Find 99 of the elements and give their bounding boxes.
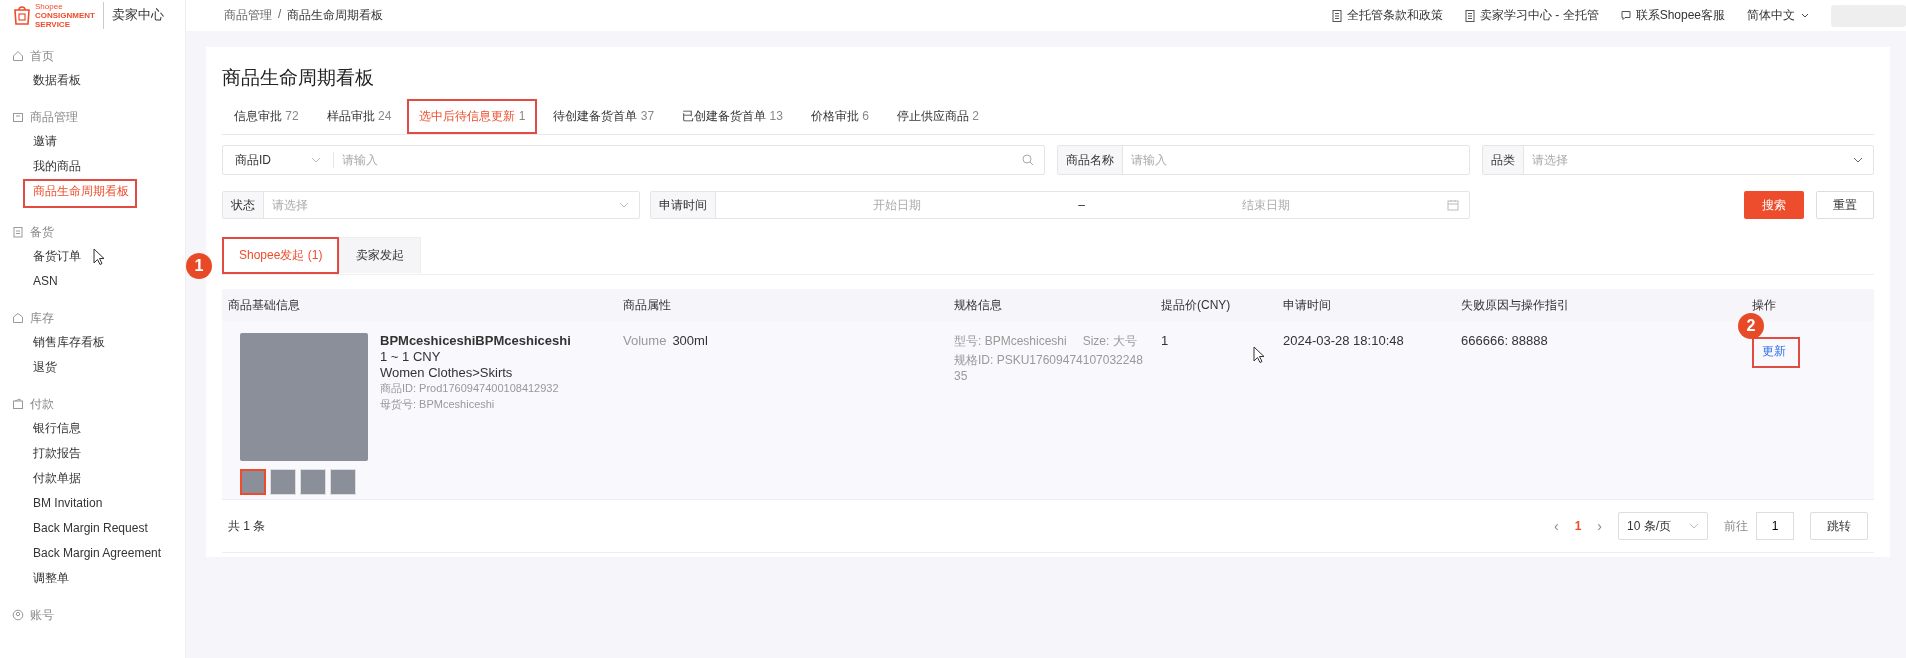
tab[interactable]: 停止供应商品 2 bbox=[884, 99, 991, 134]
box-icon bbox=[12, 111, 24, 123]
column-header: 申请时间 bbox=[1282, 296, 1331, 314]
sidebar-item[interactable]: 打款报告 bbox=[0, 441, 81, 466]
product-name-field[interactable]: 商品名称 请输入 bbox=[1057, 145, 1470, 175]
breadcrumb-current: 商品生命周期看板 bbox=[287, 7, 384, 24]
tab[interactable]: 信息审批 72 bbox=[222, 99, 311, 134]
sidebar-item[interactable]: 备货订单 bbox=[0, 244, 81, 269]
document-icon bbox=[1331, 9, 1342, 22]
product-id-search-field[interactable]: 商品ID 请输入 bbox=[222, 145, 1045, 175]
jump-button[interactable]: 跳转 bbox=[1810, 512, 1868, 540]
sidebar-item[interactable]: 数据看板 bbox=[0, 68, 81, 93]
header-link[interactable]: 卖家学习中心 - 全托管 bbox=[1479, 7, 1599, 24]
portal-title: 卖家中心 bbox=[112, 6, 164, 24]
sidebar-item[interactable]: 银行信息 bbox=[0, 416, 81, 441]
sidebar-group-label[interactable]: 首页 bbox=[30, 47, 54, 65]
category-select[interactable]: 品类 请选择 bbox=[1482, 145, 1874, 175]
table-cell: 666666: 88888 bbox=[1461, 333, 1548, 348]
reset-button[interactable]: 重置 bbox=[1816, 191, 1874, 219]
header-link[interactable]: 联系Shopee客服 bbox=[1635, 7, 1725, 24]
logo-text: SERVICE bbox=[35, 19, 71, 29]
column-header: 商品属性 bbox=[622, 296, 671, 314]
clipboard-icon bbox=[12, 226, 24, 238]
sidebar-item[interactable]: 我的商品 bbox=[0, 154, 81, 179]
tab[interactable]: 选中后待信息更新 1 bbox=[407, 99, 538, 134]
status-select[interactable]: 状态 请选择 bbox=[222, 191, 640, 219]
tab[interactable]: 样品审批 24 bbox=[314, 99, 404, 134]
house-icon bbox=[12, 312, 24, 324]
column-header: 操作 bbox=[1751, 296, 1776, 314]
logo-text: Shopee bbox=[35, 1, 63, 11]
sidebar-group-label[interactable]: 账号 bbox=[30, 606, 54, 624]
sidebar-item[interactable]: 付款单据 bbox=[0, 466, 81, 491]
chevron-down-icon bbox=[1689, 523, 1699, 529]
tab[interactable]: 已创建备货首单 13 bbox=[670, 99, 795, 134]
sidebar-item[interactable]: 邀请 bbox=[0, 129, 57, 154]
next-page-button[interactable]: › bbox=[1597, 518, 1602, 534]
total-count: 共 1 条 bbox=[228, 517, 266, 535]
chevron-down-icon bbox=[311, 157, 321, 163]
spec-model: 型号: BPMceshiceshi bbox=[954, 333, 1067, 350]
sidebar-group-label[interactable]: 库存 bbox=[30, 309, 54, 327]
mouse-cursor-icon bbox=[93, 248, 105, 266]
attribute-value: 300ml bbox=[672, 333, 708, 348]
sidebar-item[interactable]: 商品生命周期看板 bbox=[23, 179, 137, 208]
breadcrumb-link[interactable]: 商品管理 bbox=[224, 7, 272, 24]
column-header: 商品基础信息 bbox=[227, 296, 300, 314]
sidebar-group-label[interactable]: 付款 bbox=[30, 395, 54, 413]
page-number[interactable]: 1 bbox=[1574, 519, 1582, 533]
table-cell: 2024-03-28 18:10:48 bbox=[1283, 333, 1404, 348]
table-cell: 1 bbox=[1161, 333, 1169, 348]
document-icon bbox=[1464, 9, 1475, 22]
header-link[interactable]: 全托管条款和政策 bbox=[1346, 7, 1443, 24]
shopping-bag-icon bbox=[12, 4, 32, 26]
logo-text: CONSIGNMENT bbox=[35, 10, 95, 20]
sub-tab[interactable]: Shopee发起 (1) bbox=[222, 237, 340, 274]
sidebar-item[interactable]: Back Margin Agreement bbox=[0, 541, 162, 566]
price-range: 1 ~ 1 CNY bbox=[380, 349, 442, 364]
parent-sku: 母货号: BPMceshiceshi bbox=[380, 397, 496, 412]
language-dropdown[interactable]: 简体中文 bbox=[1747, 7, 1809, 24]
sidebar-item[interactable]: 退货 bbox=[0, 355, 57, 380]
chevron-down-icon bbox=[1853, 157, 1863, 163]
sidebar-group-label[interactable]: 备货 bbox=[30, 223, 54, 241]
sidebar-group-label[interactable]: 商品管理 bbox=[30, 108, 78, 126]
user-icon bbox=[12, 609, 24, 621]
breadcrumb-separator: / bbox=[278, 7, 282, 23]
sidebar-item[interactable]: 调整单 bbox=[0, 566, 69, 591]
wallet-icon bbox=[12, 398, 24, 410]
category-path: Women Clothes>Skirts bbox=[380, 365, 514, 380]
column-header: 提品价(CNY) bbox=[1160, 296, 1231, 314]
page-size-select[interactable]: 10 条/页 bbox=[1618, 512, 1708, 540]
product-name: BPMceshiceshiBPMceshiceshi bbox=[380, 333, 571, 348]
sub-tab[interactable]: 卖家发起 bbox=[339, 237, 422, 273]
search-icon bbox=[1022, 154, 1034, 166]
thumbnail-placeholder[interactable] bbox=[240, 469, 266, 495]
page-title: 商品生命周期看板 bbox=[222, 66, 375, 90]
sidebar-item[interactable]: 销售库存看板 bbox=[0, 330, 105, 355]
column-header: 规格信息 bbox=[953, 296, 1002, 314]
chat-icon bbox=[1620, 9, 1631, 22]
tab[interactable]: 价格审批 6 bbox=[798, 99, 881, 134]
calendar-icon bbox=[1447, 199, 1459, 211]
previous-page-button[interactable]: ‹ bbox=[1553, 518, 1559, 534]
sidebar-item[interactable]: BM Invitation bbox=[0, 491, 103, 516]
page-input[interactable]: 1 bbox=[1756, 512, 1794, 540]
step-marker: 1 bbox=[186, 253, 212, 279]
date-range-field[interactable]: 申请时间 开始日期 – 结束日期 bbox=[650, 191, 1470, 219]
sidebar-item[interactable]: ASN bbox=[0, 269, 58, 294]
chevron-down-icon bbox=[619, 202, 629, 208]
mouse-cursor-icon bbox=[1253, 346, 1265, 364]
home-icon bbox=[12, 50, 24, 62]
spec-id: 规格ID: PSKU1760947410703224835 bbox=[954, 352, 1144, 383]
spec-size: Size: 大号 bbox=[1082, 333, 1137, 350]
update-link[interactable]: 更新 bbox=[1752, 337, 1800, 368]
chevron-down-icon bbox=[1801, 13, 1809, 18]
product-id: 商品ID: Prod1760947400108412932 bbox=[380, 381, 560, 396]
tab[interactable]: 待创建备货首单 37 bbox=[541, 99, 667, 134]
goto-label: 前往 bbox=[1724, 517, 1748, 535]
attribute-name: Volume bbox=[623, 333, 667, 348]
column-header: 失败原因与操作指引 bbox=[1460, 296, 1569, 314]
sidebar-item[interactable]: Back Margin Request bbox=[0, 516, 148, 541]
search-button[interactable]: 搜索 bbox=[1744, 191, 1804, 219]
